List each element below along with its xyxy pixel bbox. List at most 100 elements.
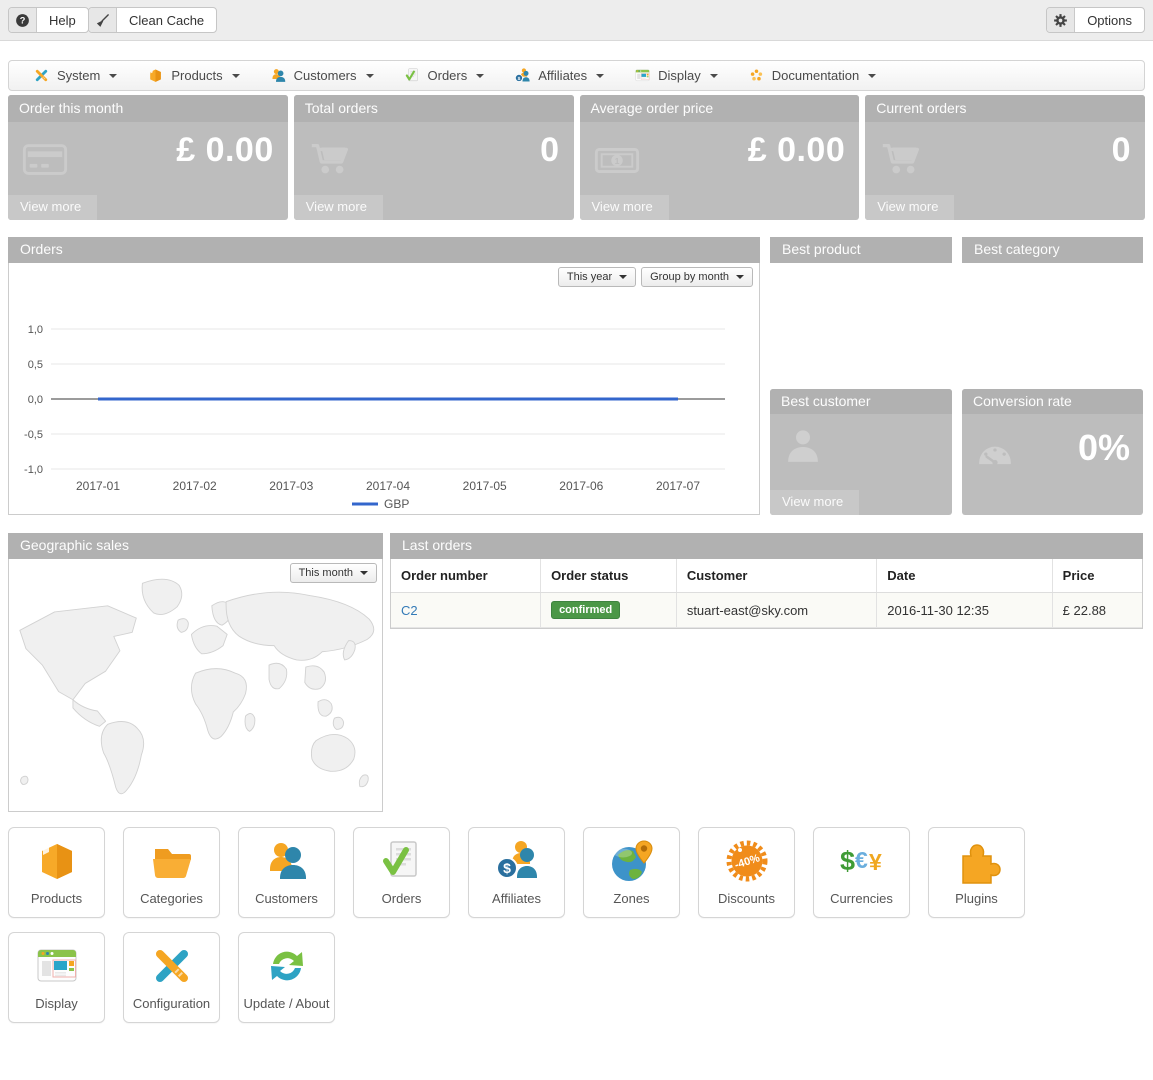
chevron-down-icon: [736, 275, 744, 279]
shortcut-update-about[interactable]: Update / About: [238, 932, 335, 1023]
help-button-label: Help: [37, 8, 88, 32]
range-dropdown[interactable]: This year: [558, 267, 636, 287]
geo-range-dropdown[interactable]: This month: [290, 563, 377, 583]
view-more-link[interactable]: View more: [8, 195, 97, 220]
menu-item-products[interactable]: Products: [147, 67, 239, 84]
shortcut-label: Products: [31, 891, 82, 906]
view-more-link[interactable]: View more: [865, 195, 954, 220]
svg-text:-0,5: -0,5: [24, 429, 43, 441]
menu-item-system[interactable]: System: [33, 67, 117, 84]
last-orders-table: Order number Order status Customer Date …: [391, 559, 1142, 628]
orders-chart-panel: Orders This year Group by month 1,00,50,…: [8, 237, 760, 515]
shortcut-discounts[interactable]: Discounts: [698, 827, 795, 918]
shortcut-affiliates[interactable]: Affiliates: [468, 827, 565, 918]
options-button[interactable]: Options: [1046, 7, 1145, 33]
refresh-icon: [263, 942, 311, 990]
column-header-date: Date: [877, 559, 1052, 593]
affiliate-icon: [514, 67, 531, 84]
world-map: [10, 567, 381, 812]
group-by-dropdown[interactable]: Group by month: [641, 267, 753, 287]
panel-title: Last orders: [390, 533, 1143, 559]
globe-pin-icon: [608, 837, 656, 885]
svg-text:GBP: GBP: [384, 497, 409, 511]
menu-item-customers[interactable]: Customers: [270, 67, 374, 84]
stat-card-title: Average order price: [580, 95, 860, 122]
chevron-down-icon: [596, 74, 604, 78]
stat-card-title: Total orders: [294, 95, 574, 122]
panel-title: Orders: [8, 237, 760, 263]
brush-icon: [89, 8, 117, 32]
people-icon: [263, 837, 311, 885]
order-doc-icon: [404, 67, 421, 84]
view-more-link[interactable]: View more: [294, 195, 383, 220]
status-badge: confirmed: [551, 601, 620, 619]
stat-card-value: 0: [540, 131, 559, 170]
geo-range-dropdown-label: This month: [299, 567, 353, 579]
stat-card-current-orders: Current orders 0 View more: [865, 95, 1145, 220]
shortcut-label: Customers: [255, 891, 318, 906]
tools-icon: [33, 67, 50, 84]
best-product-panel: Best product: [770, 237, 952, 263]
shortcut-grid-row-2: Display Configuration Update / About: [8, 932, 335, 1023]
shortcut-configuration[interactable]: Configuration: [123, 932, 220, 1023]
shortcut-label: Affiliates: [492, 891, 541, 906]
stat-card-total-orders: Total orders 0 View more: [294, 95, 574, 220]
order-doc-icon: [378, 837, 426, 885]
menu-item-label: Products: [171, 68, 222, 83]
tools-icon: [148, 942, 196, 990]
shortcut-categories[interactable]: Categories: [123, 827, 220, 918]
shortcut-currencies[interactable]: Currencies: [813, 827, 910, 918]
order-number-link[interactable]: C2: [401, 603, 418, 618]
menu-item-affiliates[interactable]: Affiliates: [514, 67, 604, 84]
banknote-icon: [594, 137, 640, 183]
geographic-sales-panel: Geographic sales This month: [8, 533, 383, 812]
menu-item-label: Affiliates: [538, 68, 587, 83]
panel-title: Best customer: [770, 389, 952, 414]
menu-item-orders[interactable]: Orders: [404, 67, 485, 84]
docs-icon: [748, 67, 765, 84]
panel-title: Geographic sales: [8, 533, 383, 559]
puzzle-icon: [953, 837, 1001, 885]
shortcut-zones[interactable]: Zones: [583, 827, 680, 918]
help-button[interactable]: Help: [8, 7, 89, 33]
shortcut-orders[interactable]: Orders: [353, 827, 450, 918]
shortcut-display[interactable]: Display: [8, 932, 105, 1023]
clean-cache-button[interactable]: Clean Cache: [88, 7, 217, 33]
chevron-down-icon: [710, 74, 718, 78]
stat-card-average-order-price: Average order price £ 0.00 View more: [580, 95, 860, 220]
column-header-customer: Customer: [676, 559, 876, 593]
chevron-down-icon: [868, 74, 876, 78]
shortcut-label: Plugins: [955, 891, 998, 906]
table-header-row: Order number Order status Customer Date …: [391, 559, 1142, 593]
menu-item-documentation[interactable]: Documentation: [748, 67, 876, 84]
menu-item-display[interactable]: Display: [634, 67, 718, 84]
view-more-link[interactable]: View more: [770, 490, 859, 515]
stat-card-value: £ 0.00: [748, 131, 846, 170]
options-button-label: Options: [1075, 8, 1144, 32]
discount-badge-icon: [723, 837, 771, 885]
menu-item-label: Display: [658, 68, 701, 83]
stat-card-value: £ 0.00: [176, 131, 274, 170]
best-customer-panel: Best customer View more: [770, 389, 952, 515]
cart-icon: [308, 137, 354, 183]
chevron-down-icon: [232, 74, 240, 78]
stat-cards: Order this month £ 0.00 View more Total …: [8, 95, 1145, 220]
orders-chart-body: This year Group by month 1,00,50,0-0,5-1…: [8, 263, 760, 515]
shortcut-products[interactable]: Products: [8, 827, 105, 918]
svg-text:0,0: 0,0: [28, 394, 43, 406]
view-more-link[interactable]: View more: [580, 195, 669, 220]
menu-item-label: Customers: [294, 68, 357, 83]
last-orders-body: Order number Order status Customer Date …: [390, 559, 1143, 629]
shortcut-plugins[interactable]: Plugins: [928, 827, 1025, 918]
shortcut-customers[interactable]: Customers: [238, 827, 335, 918]
main-menu: System Products Customers Orders Affilia…: [8, 60, 1145, 91]
column-header-price: Price: [1052, 559, 1142, 593]
browser-icon: [634, 67, 651, 84]
gear-icon: [1047, 8, 1075, 32]
help-icon: [9, 8, 37, 32]
shortcut-grid-row-1: Products Categories Customers Orders Aff…: [8, 827, 1025, 918]
affiliate-icon: [493, 837, 541, 885]
group-by-dropdown-label: Group by month: [650, 271, 729, 283]
people-icon: [270, 67, 287, 84]
admin-dashboard: Help Clean Cache Options System Products…: [0, 0, 1153, 1080]
